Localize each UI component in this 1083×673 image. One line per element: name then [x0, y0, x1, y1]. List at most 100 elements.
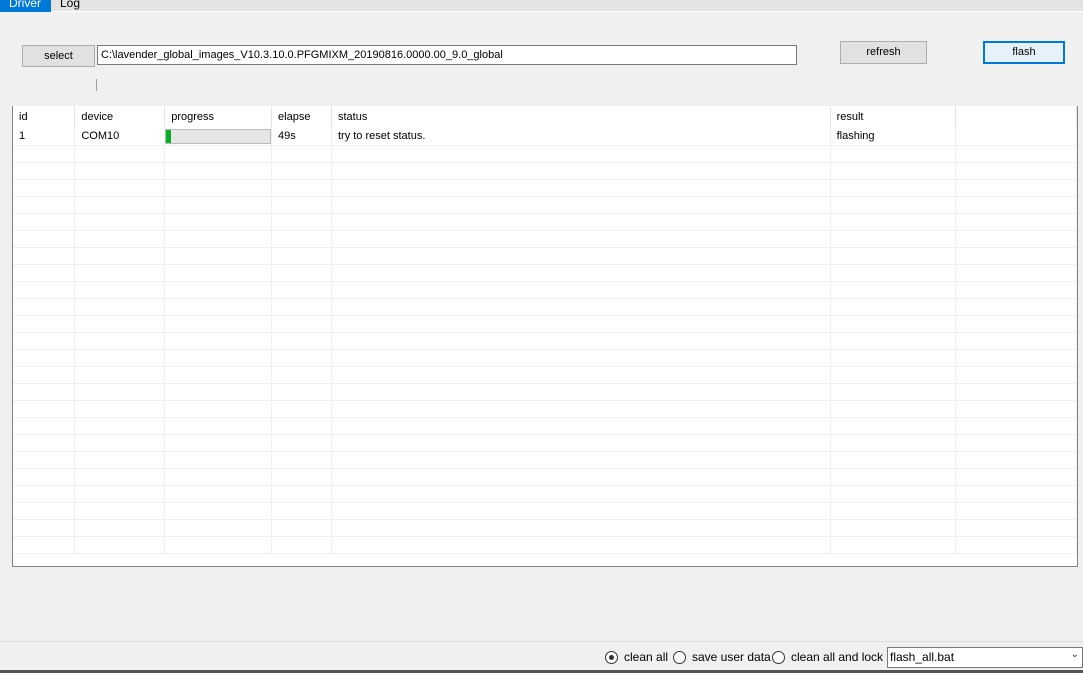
- clean-all-and-lock-label[interactable]: clean all and lock: [791, 650, 883, 664]
- table-cell-id: [13, 179, 76, 197]
- table-cell-id: [13, 281, 76, 299]
- table-cell: [955, 145, 1077, 163]
- column-header[interactable]: id: [13, 106, 76, 128]
- table-row[interactable]: [13, 451, 1077, 469]
- flash-script-select[interactable]: flash_all.bat ⌄: [887, 647, 1083, 668]
- clean-all-and-lock-radio[interactable]: [772, 651, 785, 664]
- image-path-input[interactable]: C:\lavender_global_images_V10.3.10.0.PFG…: [97, 45, 797, 65]
- table-cell-id: [13, 230, 76, 248]
- table-cell: [955, 281, 1077, 299]
- table-cell-status: [331, 349, 831, 367]
- table-cell-result: [830, 536, 957, 554]
- table-cell-id: [13, 332, 76, 350]
- table-cell-id: [13, 264, 76, 282]
- table-cell-status: [331, 213, 831, 231]
- table-cell-device: [74, 230, 166, 248]
- column-header[interactable]: progress: [164, 106, 273, 128]
- table-cell-progress: [164, 264, 273, 282]
- table-cell-elapse: [271, 349, 332, 367]
- table-row[interactable]: [13, 298, 1077, 316]
- table-cell-result: [830, 145, 957, 163]
- column-header[interactable]: device: [74, 106, 166, 128]
- table-cell-id: [13, 485, 76, 503]
- table-row[interactable]: 1 COM10 49s try to reset status. flashing: [13, 128, 1077, 146]
- column-header[interactable]: result: [830, 106, 957, 128]
- table-cell-status: [331, 383, 831, 401]
- table-row[interactable]: [13, 332, 1077, 350]
- table-row[interactable]: [13, 536, 1077, 554]
- table-cell-device: [74, 298, 166, 316]
- table-row[interactable]: [13, 417, 1077, 435]
- table-cell-device: [74, 451, 166, 469]
- table-row[interactable]: [13, 468, 1077, 486]
- table-cell-progress: [164, 179, 273, 197]
- table-cell-device: [74, 264, 166, 282]
- select-button[interactable]: select: [22, 45, 95, 67]
- table-cell-result: [830, 400, 957, 418]
- column-header[interactable]: [955, 106, 1077, 128]
- clean-all-label[interactable]: clean all: [624, 650, 668, 664]
- table-row[interactable]: [13, 179, 1077, 197]
- table-cell-status: [331, 434, 831, 452]
- table-cell-elapse: [271, 162, 332, 180]
- table-cell-device: [74, 315, 166, 333]
- table-cell-result: [830, 230, 957, 248]
- table-cell-device: [74, 349, 166, 367]
- table-cell-device: [74, 179, 166, 197]
- tab-bar: Driver Log: [0, 0, 1083, 12]
- table-row[interactable]: [13, 485, 1077, 503]
- table-cell-status: [331, 468, 831, 486]
- table-cell-elapse: [271, 196, 332, 214]
- table-cell: [955, 434, 1077, 452]
- table-cell-elapse: [271, 366, 332, 384]
- table-cell-id: [13, 366, 76, 384]
- table-row[interactable]: [13, 315, 1077, 333]
- table-row[interactable]: [13, 519, 1077, 537]
- table-cell-status: [331, 196, 831, 214]
- divider: [96, 79, 97, 91]
- table-cell-id: 1: [13, 128, 76, 146]
- table-cell-device: [74, 536, 166, 554]
- table-cell-result: [830, 332, 957, 350]
- flash-button[interactable]: flash: [983, 41, 1065, 64]
- table-row[interactable]: [13, 162, 1077, 180]
- table-row[interactable]: [13, 366, 1077, 384]
- table-cell-result: [830, 468, 957, 486]
- table-cell-id: [13, 451, 76, 469]
- table-cell-status: [331, 315, 831, 333]
- table-cell-result: [830, 213, 957, 231]
- table-row[interactable]: [13, 247, 1077, 265]
- table-cell: [955, 417, 1077, 435]
- table-cell-elapse: [271, 179, 332, 197]
- table-row[interactable]: [13, 145, 1077, 163]
- clean-all-radio[interactable]: [605, 651, 618, 664]
- table-row[interactable]: [13, 502, 1077, 520]
- table-row[interactable]: [13, 196, 1077, 214]
- table-row[interactable]: [13, 349, 1077, 367]
- table-row[interactable]: [13, 434, 1077, 452]
- table-cell-result: [830, 162, 957, 180]
- refresh-button[interactable]: refresh: [840, 41, 927, 64]
- table-cell-elapse: [271, 247, 332, 265]
- tab-log[interactable]: Log: [51, 0, 89, 12]
- table-row[interactable]: [13, 383, 1077, 401]
- save-user-data-radio[interactable]: [673, 651, 686, 664]
- table-row[interactable]: [13, 400, 1077, 418]
- table-cell-progress: [164, 536, 273, 554]
- column-header[interactable]: status: [331, 106, 831, 128]
- tab-driver[interactable]: Driver: [0, 0, 51, 12]
- table-cell-elapse: [271, 519, 332, 537]
- table-row[interactable]: [13, 230, 1077, 248]
- table-cell-elapse: [271, 281, 332, 299]
- table-cell-status: try to reset status.: [331, 128, 831, 146]
- table-cell-id: [13, 434, 76, 452]
- table-row[interactable]: [13, 264, 1077, 282]
- table-cell-status: [331, 230, 831, 248]
- table-cell-device: [74, 400, 166, 418]
- table-cell-id: [13, 502, 76, 520]
- table-cell-device: [74, 485, 166, 503]
- table-row[interactable]: [13, 281, 1077, 299]
- column-header[interactable]: elapse: [271, 106, 332, 128]
- save-user-data-label[interactable]: save user data: [692, 650, 771, 664]
- table-row[interactable]: [13, 213, 1077, 231]
